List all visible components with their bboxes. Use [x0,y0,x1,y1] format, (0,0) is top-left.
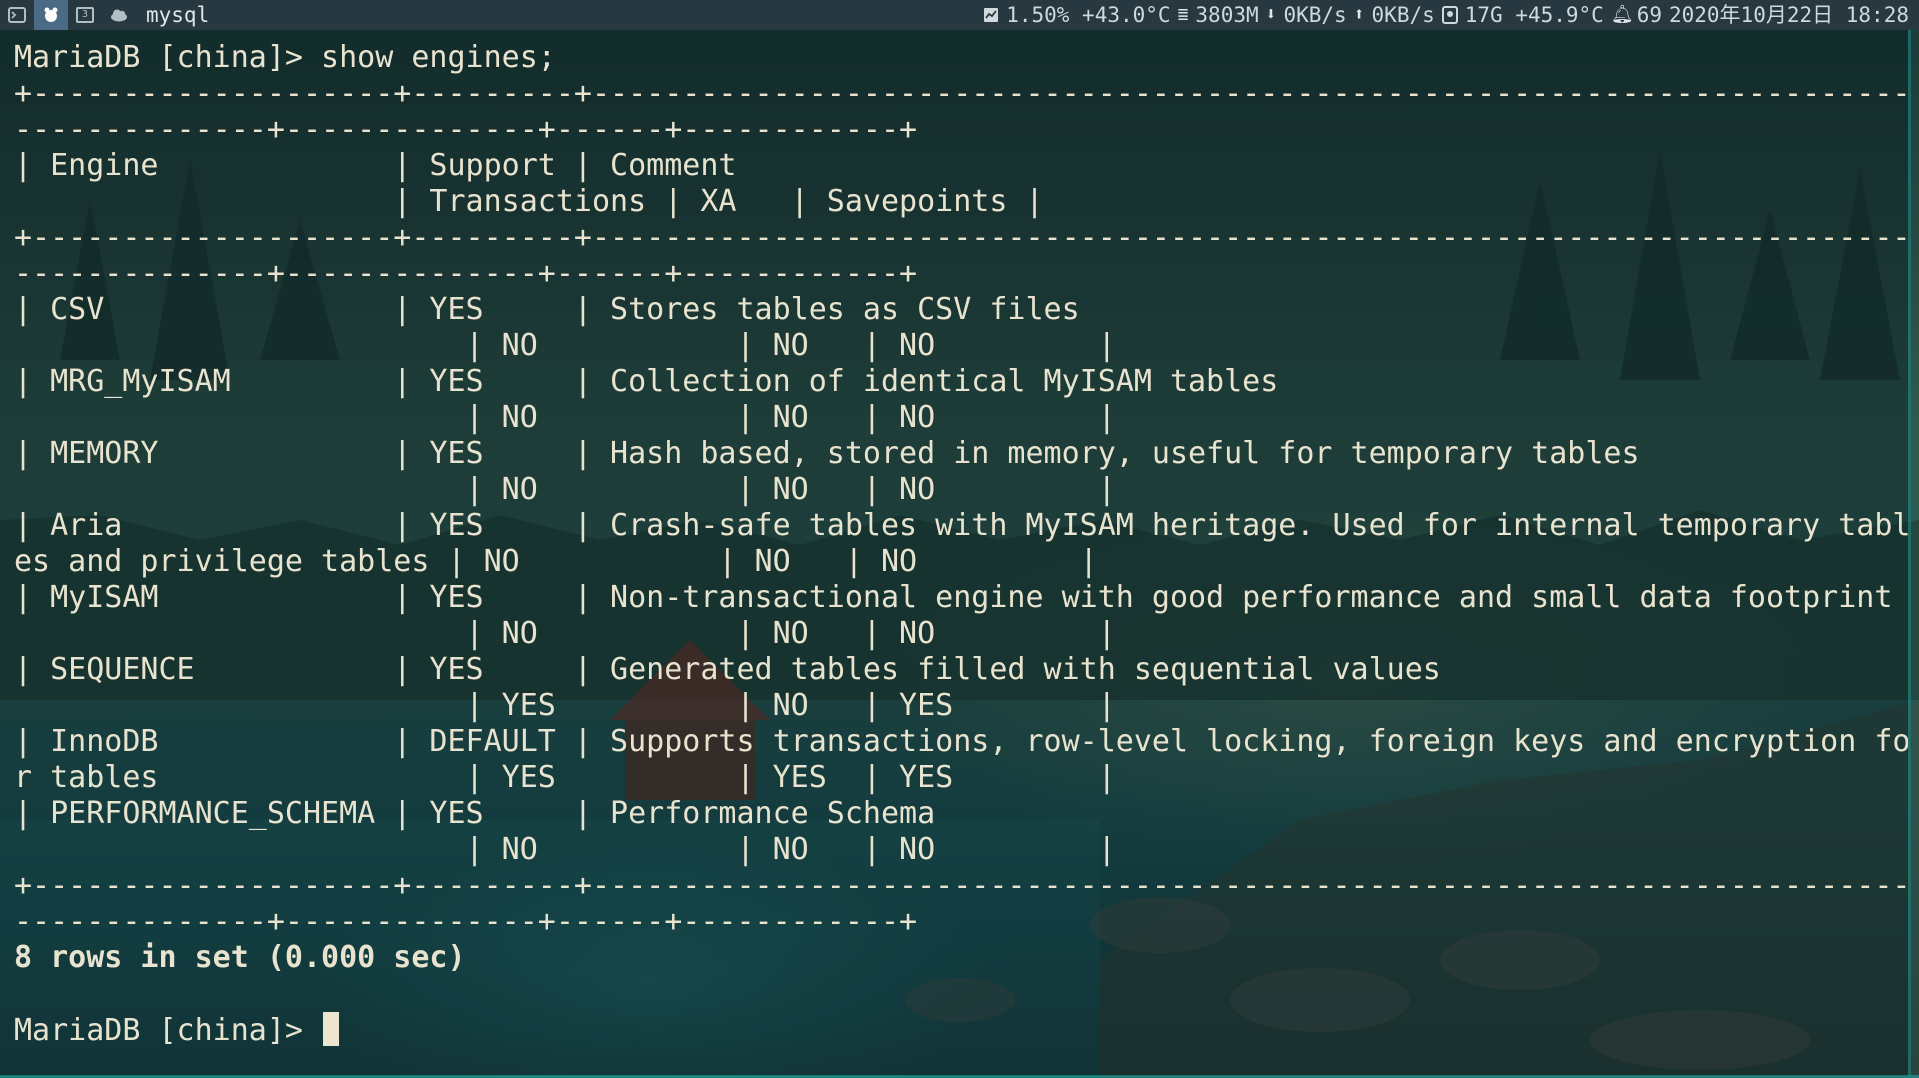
terminal-line: | MRG_MyISAM | YES | Collection of ident… [14,364,1279,399]
app-icon[interactable] [34,0,68,30]
panel-status-group: 1.50% +43.0°C ≣ 3803M ⬇ 0KB/s ⬆ 0KB/s 17… [983,0,1909,30]
workspace-icon[interactable]: 3 [68,0,102,30]
terminal-line: | NO | NO | NO | [14,832,1116,867]
clock-datetime[interactable]: 2020年10月22日 18:28 [1669,0,1909,30]
cpu-status: 1.50% +43.0°C [1006,3,1171,27]
window-title: mysql [146,3,210,27]
terminal-line: | SEQUENCE | YES | Generated tables fill… [14,652,1441,687]
terminal-line: | NO | NO | NO | [14,616,1116,651]
memory-db-icon: ≣ [1177,4,1189,25]
memory-status: 3803M [1195,3,1259,27]
bell-icon[interactable]: 🔔︎ [1611,0,1634,30]
terminal-prompt-line[interactable]: MariaDB [china]> [14,1012,1908,1048]
terminal-line: | MyISAM | YES | Non-transactional engin… [14,580,1893,615]
terminal-line: | YES | NO | YES | [14,688,1116,723]
cloud-icon[interactable] [102,0,136,30]
terminal-line: | CSV | YES | Stores tables as CSV files [14,292,1080,327]
terminal-line: +--------------------+---------+--------… [14,76,1911,111]
terminal-line: | NO | NO | NO | [14,328,1116,363]
disk-icon [1441,6,1458,24]
upload-arrow-icon: ⬆ [1353,4,1365,25]
disk-status: 17G +45.9°C [1464,3,1604,27]
terminal-line: | Transactions | XA | Savepoints | [14,184,1044,219]
download-arrow-icon: ⬇ [1265,4,1277,25]
terminal-line: --------------+--------------+------+---… [14,112,918,147]
terminal-line: | InnoDB | DEFAULT | Supports transactio… [14,724,1911,759]
terminal-line: 8 rows in set (0.000 sec) [14,940,466,975]
terminal-line: | MEMORY | YES | Hash based, stored in m… [14,436,1640,471]
cpu-chart-icon [984,8,999,22]
text-cursor [323,1012,340,1046]
terminal-line: | PERFORMANCE_SCHEMA | YES | Performance… [14,796,936,831]
terminal-line: MariaDB [china]> show engines; [14,40,556,75]
terminal-line: r tables | YES | YES | YES | [14,760,1116,795]
terminal-icon[interactable] [0,0,34,30]
terminal-line: +--------------------+---------+--------… [14,220,1911,255]
terminal-line: +--------------------+---------+--------… [14,868,1911,903]
net-down-status: 0KB/s [1283,3,1347,27]
terminal-line: | Engine | Support | Comment [14,148,737,183]
terminal-output: MariaDB [china]> show engines; +---------… [14,40,1911,1048]
panel-left-group: 3 mysql [0,0,209,30]
terminal-window[interactable]: MariaDB [china]> show engines; +---------… [0,30,1911,1076]
terminal-line: es and privilege tables | NO | NO | NO | [14,544,1098,579]
top-panel-bar: 3 mysql 1.50% +43.0°C ≣ 3803M ⬇ 0KB/s ⬆ … [0,0,1919,30]
prompt-text: MariaDB [china]> [14,1013,322,1048]
terminal-line: --------------+--------------+------+---… [14,904,918,939]
terminal-line: | NO | NO | NO | [14,472,1116,507]
notification-count: 69 [1636,3,1662,27]
terminal-line: | NO | NO | NO | [14,400,1116,435]
terminal-line: --------------+--------------+------+---… [14,256,918,291]
net-up-status: 0KB/s [1371,3,1435,27]
terminal-line: | Aria | YES | Crash-safe tables with My… [14,508,1911,543]
